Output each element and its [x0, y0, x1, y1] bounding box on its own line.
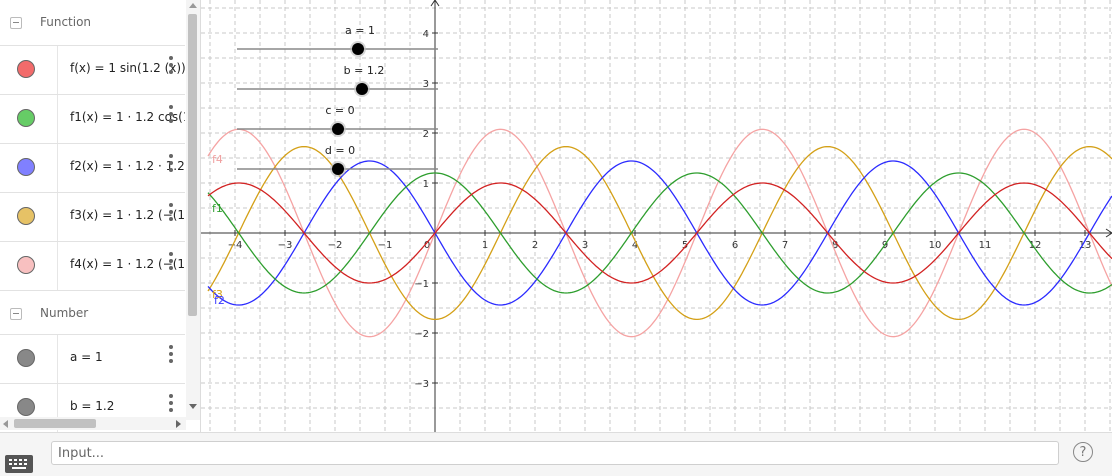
y-tick-label: −3 [414, 379, 429, 390]
y-tick-label: 4 [423, 29, 429, 40]
axes [201, 0, 1112, 432]
collapse-icon[interactable] [10, 17, 22, 29]
visibility-toggle[interactable] [17, 256, 35, 274]
y-tick-label: 2 [423, 129, 429, 140]
slider-label: a = 1 [345, 24, 375, 37]
slider-handle [356, 83, 368, 95]
vertical-scrollbar[interactable] [186, 0, 200, 420]
curve-label: f4 [212, 153, 223, 166]
visibility-toggle[interactable] [17, 158, 35, 176]
visibility-toggle[interactable] [17, 349, 35, 367]
more-vert-icon[interactable] [167, 252, 175, 278]
slider-handle [332, 123, 344, 135]
algebra-row-f3[interactable]: f3(x) = 1 · 1.2 (−(1.2)² cos(1.2 x)) [0, 192, 185, 241]
curve-label: f1 [212, 202, 223, 215]
x-tick-label: 1 [482, 240, 488, 251]
y-tick-label: −1 [414, 279, 429, 290]
x-tick-label: 11 [979, 240, 992, 251]
more-vert-icon[interactable] [167, 345, 175, 371]
curve-labels: f4f1f3f2 [212, 153, 225, 307]
slider-label: d = 0 [325, 144, 355, 157]
visibility-toggle[interactable] [17, 109, 35, 127]
curve-label: f2 [214, 294, 225, 307]
x-tick-label: 6 [732, 240, 738, 251]
algebra-row-f2[interactable]: f2(x) = 1 · 1.2 · 1.2 sin(1.2 x) [0, 143, 185, 192]
slider-handle [352, 43, 364, 55]
algebra-view: Function f(x) = 1 sin(1.2 (x)) f1(x) = 1… [0, 0, 201, 432]
group-header-number[interactable]: Number [0, 290, 185, 337]
keyboard-icon[interactable] [5, 455, 33, 473]
collapse-icon[interactable] [10, 308, 22, 320]
visibility-toggle[interactable] [17, 398, 35, 416]
algebra-row-a[interactable]: a = 1 [0, 334, 185, 383]
scroll-up-icon[interactable] [189, 3, 197, 8]
group-label: Number [40, 306, 89, 320]
visibility-toggle[interactable] [17, 60, 35, 78]
y-axis-ticks: 4321−1−2−3 [414, 29, 438, 390]
more-vert-icon[interactable] [167, 203, 175, 229]
y-tick-label: −2 [414, 329, 429, 340]
x-tick-label: −3 [278, 240, 293, 251]
slider-handle [332, 163, 344, 175]
horizontal-scrollbar[interactable] [0, 417, 186, 430]
slider-label: c = 0 [325, 104, 354, 117]
visibility-toggle[interactable] [17, 207, 35, 225]
x-tick-label: 2 [532, 240, 538, 251]
grid [201, 0, 1112, 432]
algebra-row-f1[interactable]: f1(x) = 1 · 1.2 cos(1.2 x) [0, 94, 185, 143]
sliders[interactable]: a = 1 b = 1.2 c = 0 d = 0 [237, 24, 438, 177]
scroll-left-icon[interactable] [3, 420, 8, 428]
x-tick-label: −1 [378, 240, 393, 251]
more-vert-icon[interactable] [167, 56, 175, 82]
graphics-view[interactable]: −4 −3 −2 −1 0 1 2 3 4 5 6 7 8 9 10 11 12 13 4321−1−2−3 f4… [201, 0, 1112, 432]
scrollbar-thumb[interactable] [14, 419, 96, 428]
input-field[interactable] [51, 441, 1059, 465]
more-vert-icon[interactable] [167, 154, 175, 180]
scrollbar-thumb[interactable] [188, 14, 197, 316]
scroll-right-icon[interactable] [176, 420, 181, 428]
x-tick-label: 7 [782, 240, 788, 251]
x-tick-label: 3 [582, 240, 588, 251]
scroll-down-icon[interactable] [189, 404, 197, 409]
algebra-row-f4[interactable]: f4(x) = 1 · 1.2 (−(1.2)³ sin(1.2 x)) [0, 241, 185, 290]
group-label: Function [40, 15, 92, 29]
x-tick-label: −2 [328, 240, 343, 251]
more-vert-icon[interactable] [167, 105, 175, 131]
help-icon[interactable]: ? [1073, 442, 1093, 462]
y-tick-label: 1 [423, 179, 429, 190]
slider-label: b = 1.2 [344, 64, 385, 77]
x-tick-label: 10 [929, 240, 942, 251]
group-header-function[interactable]: Function [0, 0, 185, 46]
algebra-row-f[interactable]: f(x) = 1 sin(1.2 (x)) [0, 45, 185, 94]
